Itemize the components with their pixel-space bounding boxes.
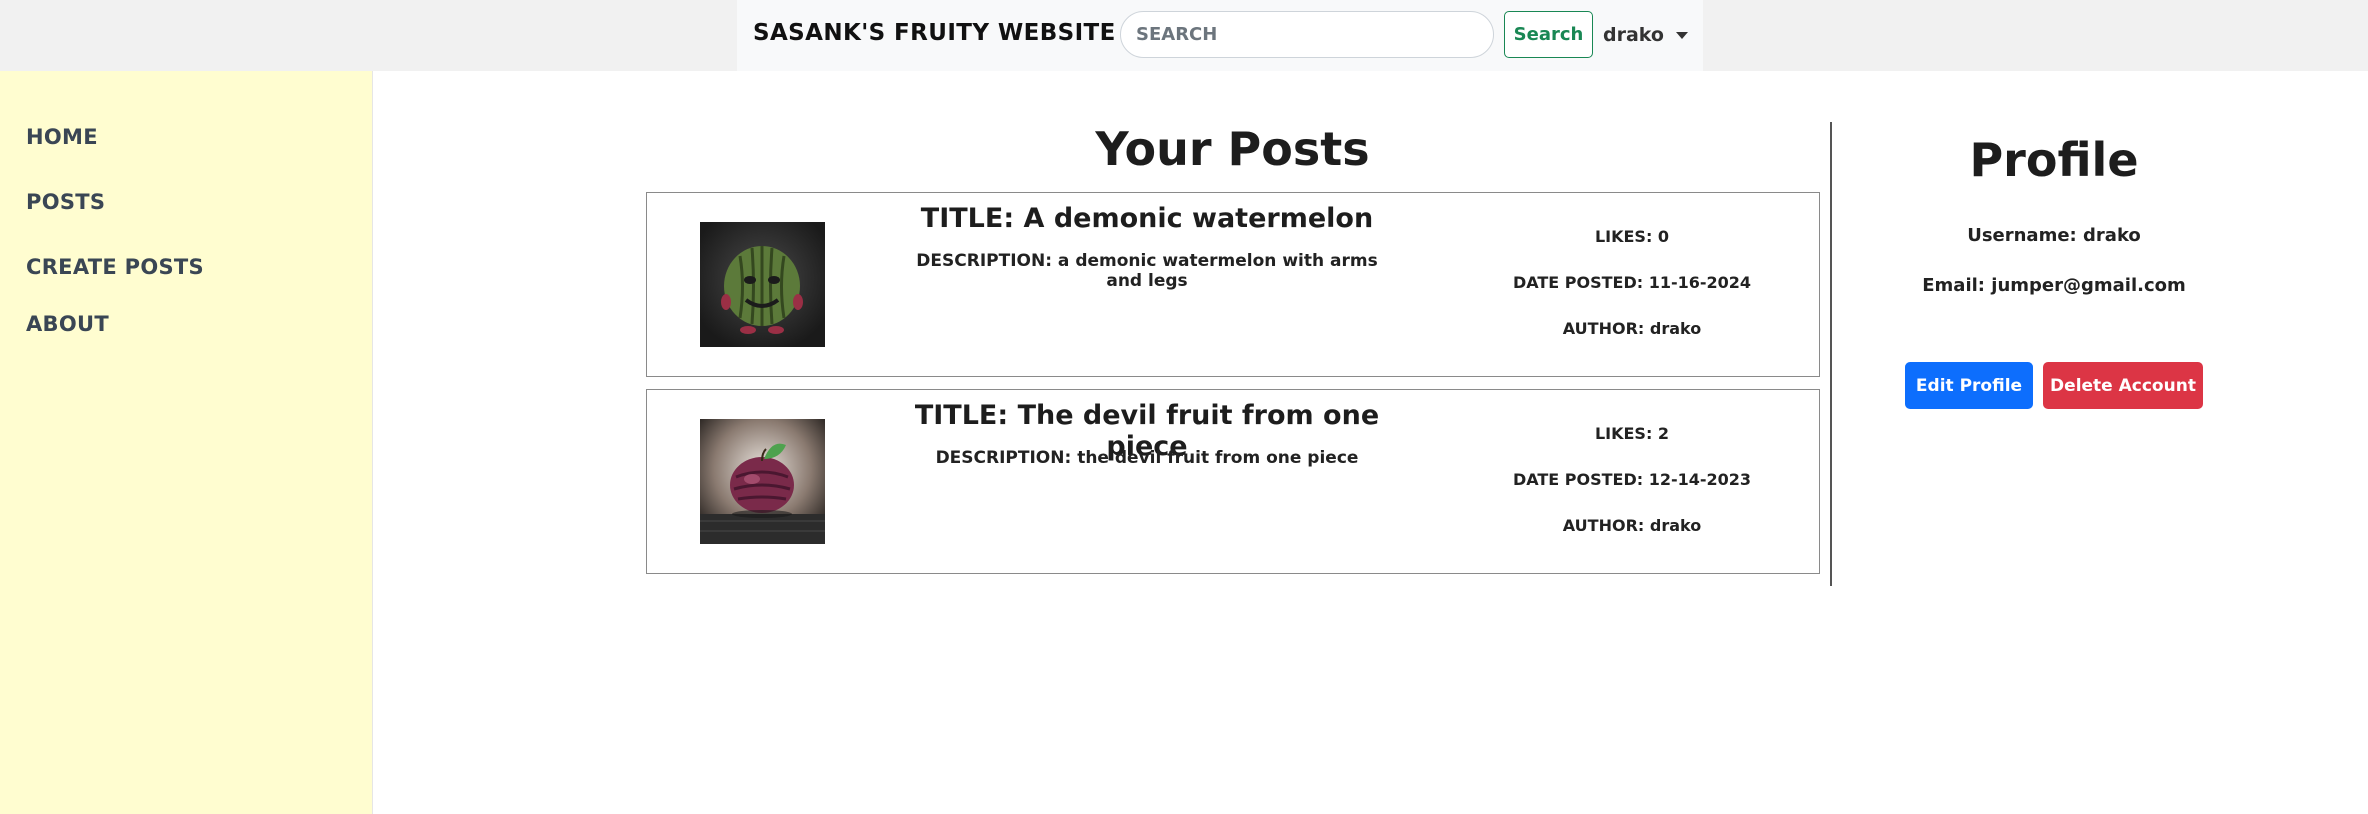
post-date: DATE POSTED: 12-14-2023 [1512, 470, 1752, 489]
post-likes: LIKES: 2 [1594, 424, 1670, 443]
post-author: AUTHOR: drako [1562, 516, 1702, 535]
search-button[interactable]: Search [1504, 11, 1593, 58]
brand-link[interactable]: SASANK'S FRUITY WEBSITE [753, 16, 1150, 50]
devil-fruit-image [700, 419, 825, 544]
profile-title: Profile [1969, 133, 2139, 187]
username-label: Username: [1967, 225, 2077, 246]
email-value: jumper@gmail.com [1991, 275, 2186, 296]
user-dropdown[interactable]: drako [1603, 21, 1688, 49]
vertical-divider [1830, 122, 1832, 586]
post-description: DESCRIPTION: the devil fruit from one pi… [935, 448, 1359, 468]
page-title: Your Posts [1095, 122, 1370, 176]
search-input[interactable] [1120, 11, 1494, 58]
sidebar: HOME POSTS CREATE POSTS ABOUT [0, 71, 373, 814]
sidebar-item-create-posts[interactable]: CREATE POSTS [26, 255, 204, 279]
post-likes: LIKES: 0 [1594, 227, 1670, 246]
sidebar-item-about[interactable]: ABOUT [26, 312, 109, 336]
user-dropdown-label: drako [1603, 24, 1664, 46]
sidebar-item-home[interactable]: HOME [26, 125, 98, 149]
brand-title: SASANK'S FRUITY WEBSITE [753, 20, 1116, 46]
post-author: AUTHOR: drako [1562, 319, 1702, 338]
delete-account-button[interactable]: Delete Account [2043, 362, 2203, 409]
chevron-down-icon [1675, 31, 1688, 39]
post-title: TITLE: A demonic watermelon [920, 203, 1374, 234]
username-value: drako [2083, 225, 2141, 246]
profile-username: Username: drako [1832, 225, 2276, 246]
top-bar: SASANK'S FRUITY WEBSITE Search drako [0, 0, 2368, 71]
demonic-watermelon-image [700, 222, 825, 347]
post-date: DATE POSTED: 11-16-2024 [1512, 273, 1752, 292]
edit-profile-button[interactable]: Edit Profile [1905, 362, 2033, 409]
sidebar-item-posts[interactable]: POSTS [26, 190, 105, 214]
email-label: Email: [1922, 275, 1985, 296]
post-card[interactable]: TITLE: A demonic watermelon DESCRIPTION:… [646, 192, 1820, 377]
profile-email: Email: jumper@gmail.com [1832, 275, 2276, 296]
navbar: SASANK'S FRUITY WEBSITE Search drako [737, 0, 1703, 71]
post-card[interactable]: TITLE: The devil fruit from one piece DE… [646, 389, 1820, 574]
post-description: DESCRIPTION: a demonic watermelon with a… [916, 251, 1378, 291]
